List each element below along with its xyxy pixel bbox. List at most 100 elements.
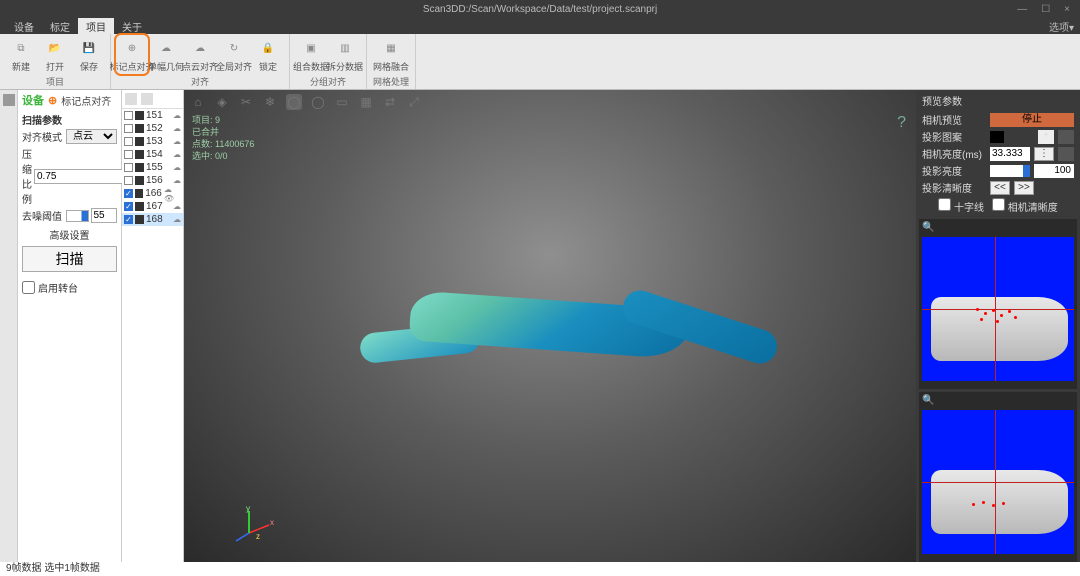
- crosshair-checkbox[interactable]: [938, 198, 951, 211]
- marker-align-button[interactable]: ⊕标记点对齐: [117, 36, 147, 73]
- vp-rect-icon[interactable]: ▭: [334, 94, 350, 110]
- vp-select-icon[interactable]: ▦: [358, 94, 374, 110]
- close-icon[interactable]: ×: [1064, 4, 1070, 15]
- scan-checkbox[interactable]: [124, 111, 133, 120]
- workspace: 设备 ⊕ 标记点对齐 扫描参数 对齐模式 点云 压缩比例 ▸ 去噪阈值 高级设置…: [0, 90, 1080, 562]
- scan-checkbox[interactable]: [124, 163, 133, 172]
- magnify-icon[interactable]: 🔍: [922, 222, 934, 233]
- cloud-align-button[interactable]: ☁点云对齐: [185, 36, 215, 73]
- save-button[interactable]: 💾保存: [74, 36, 104, 73]
- list-sort-icon[interactable]: [141, 93, 153, 105]
- vp-circle-icon[interactable]: ◯: [286, 94, 302, 110]
- cam-brightness-spinner[interactable]: ⋮: [1034, 147, 1054, 161]
- open-button-icon: 📂: [45, 38, 65, 58]
- scan-item-153[interactable]: 153☁: [122, 135, 183, 148]
- scan-item-154[interactable]: 154☁: [122, 148, 183, 161]
- list-view-icon[interactable]: [125, 93, 137, 105]
- ribbon-group-label: 分组对齐: [310, 75, 346, 88]
- sharp-next-button[interactable]: >>: [1014, 181, 1034, 195]
- vp-snow-icon[interactable]: ❄: [262, 94, 278, 110]
- compress-label: 压缩比例: [22, 146, 32, 206]
- vp-home-icon[interactable]: ⌂: [190, 94, 206, 110]
- scan-cloud-icon: ☁: [173, 215, 181, 224]
- lock-button[interactable]: 🔒锁定: [253, 36, 283, 73]
- magnify-icon[interactable]: 🔍: [922, 395, 934, 406]
- window-title: Scan3DD:/Scan/Workspace/Data/test/projec…: [423, 4, 657, 15]
- open-button[interactable]: 📂打开: [40, 36, 70, 73]
- scan-cloud-icon: ☁: [173, 111, 181, 120]
- scan-checkbox[interactable]: ✓: [124, 215, 133, 224]
- single-geom-button-icon: ☁: [156, 38, 176, 58]
- vp-cut-icon[interactable]: ✂: [238, 94, 254, 110]
- scan-item-168[interactable]: ✓168☁: [122, 213, 183, 226]
- preview-title: 预览参数: [916, 90, 1080, 111]
- scan-checkbox[interactable]: [124, 137, 133, 146]
- proj-brightness-label: 投影亮度: [922, 163, 986, 178]
- menu-device[interactable]: 设备: [6, 18, 42, 35]
- scan-cloud-icon: ☁: [173, 150, 181, 159]
- scan-item-155[interactable]: 155☁: [122, 161, 183, 174]
- menu-about[interactable]: 关于: [114, 18, 150, 35]
- new-button-icon: ⧉: [11, 38, 31, 58]
- stop-button[interactable]: 停止: [990, 113, 1074, 127]
- rail-collapse-icon[interactable]: [3, 94, 15, 106]
- scan-item-167[interactable]: ✓167☁: [122, 200, 183, 213]
- scan-item-152[interactable]: 152☁: [122, 122, 183, 135]
- cam-brightness-value[interactable]: 33.333: [990, 147, 1030, 161]
- viewport-stats: 项目: 9 已合并 点数: 11400676 选中: 0/0: [192, 114, 254, 162]
- menu-calibrate[interactable]: 标定: [42, 18, 78, 35]
- scan-item-166[interactable]: ✓166☁👁: [122, 187, 183, 200]
- save-button-icon: 💾: [79, 38, 99, 58]
- scan-checkbox[interactable]: ✓: [124, 202, 133, 211]
- scan-checkbox[interactable]: [124, 150, 133, 159]
- pattern-bars-icon[interactable]: [1058, 130, 1074, 144]
- vp-layers-icon[interactable]: ◈: [214, 94, 230, 110]
- menu-project[interactable]: 项目: [78, 18, 114, 35]
- pattern-plus-button[interactable]: +: [1038, 130, 1054, 144]
- split-data-button[interactable]: ▥拆分数据: [330, 36, 360, 73]
- new-button[interactable]: ⧉新建: [6, 36, 36, 73]
- scan-checkbox[interactable]: [124, 176, 133, 185]
- turntable-label: 启用转台: [38, 280, 78, 295]
- maximize-icon[interactable]: ☐: [1041, 4, 1050, 15]
- advanced-settings-link[interactable]: 高级设置: [22, 227, 117, 242]
- viewport-help-icon[interactable]: ?: [897, 114, 906, 132]
- scan-button[interactable]: 扫描: [22, 246, 117, 272]
- cam-sharp-checkbox[interactable]: [992, 198, 1005, 211]
- mesh-fuse-button[interactable]: ▦网格融合: [376, 36, 406, 73]
- scan-checkbox[interactable]: ✓: [124, 189, 133, 198]
- pattern-swatch[interactable]: [990, 131, 1004, 143]
- proj-brightness-slider[interactable]: [990, 165, 1030, 177]
- sharp-prev-button[interactable]: <<: [990, 181, 1010, 195]
- scan-swatch-icon: [135, 124, 144, 133]
- 3d-viewport[interactable]: ⌂ ◈ ✂ ❄ ◯ ◯ ▭ ▦ ⇄ ⤢ 项目: 9 已合并 点数: 114006…: [184, 90, 916, 562]
- merge-data-button[interactable]: ▣组合数据: [296, 36, 326, 73]
- scan-swatch-icon: [135, 163, 144, 172]
- turntable-checkbox[interactable]: [22, 281, 35, 294]
- denoise-input[interactable]: [91, 208, 118, 223]
- target-icon: ⊕: [48, 94, 57, 107]
- vp-lasso-icon[interactable]: ◯: [310, 94, 326, 110]
- scan-cloud-icon: ☁: [173, 163, 181, 172]
- global-align-button[interactable]: ↻全局对齐: [219, 36, 249, 73]
- vp-link-icon[interactable]: ⇄: [382, 94, 398, 110]
- minimize-icon[interactable]: —: [1017, 4, 1027, 15]
- single-geom-button[interactable]: ☁单幅几何: [151, 36, 181, 73]
- scan-swatch-icon: [135, 189, 143, 198]
- camera-preview-1[interactable]: 🔍: [919, 219, 1077, 389]
- proj-brightness-value[interactable]: 100: [1034, 164, 1074, 178]
- scan-swatch-icon: [135, 137, 144, 146]
- camera-preview-2[interactable]: 🔍: [919, 392, 1077, 562]
- brightness-gear-icon[interactable]: [1058, 147, 1074, 161]
- lock-button-icon: 🔒: [258, 38, 278, 58]
- align-mode-select[interactable]: 点云: [66, 129, 117, 144]
- denoise-slider[interactable]: [66, 210, 89, 222]
- scan-params-section: 扫描参数: [22, 112, 117, 127]
- options-menu[interactable]: 选项▾: [1049, 19, 1074, 34]
- vp-expand-icon[interactable]: ⤢: [406, 94, 422, 110]
- axis-gizmo[interactable]: x y z: [234, 503, 274, 546]
- scan-swatch-icon: [135, 176, 144, 185]
- scan-checkbox[interactable]: [124, 124, 133, 133]
- merge-data-button-icon: ▣: [301, 38, 321, 58]
- scan-item-151[interactable]: 151☁: [122, 109, 183, 122]
